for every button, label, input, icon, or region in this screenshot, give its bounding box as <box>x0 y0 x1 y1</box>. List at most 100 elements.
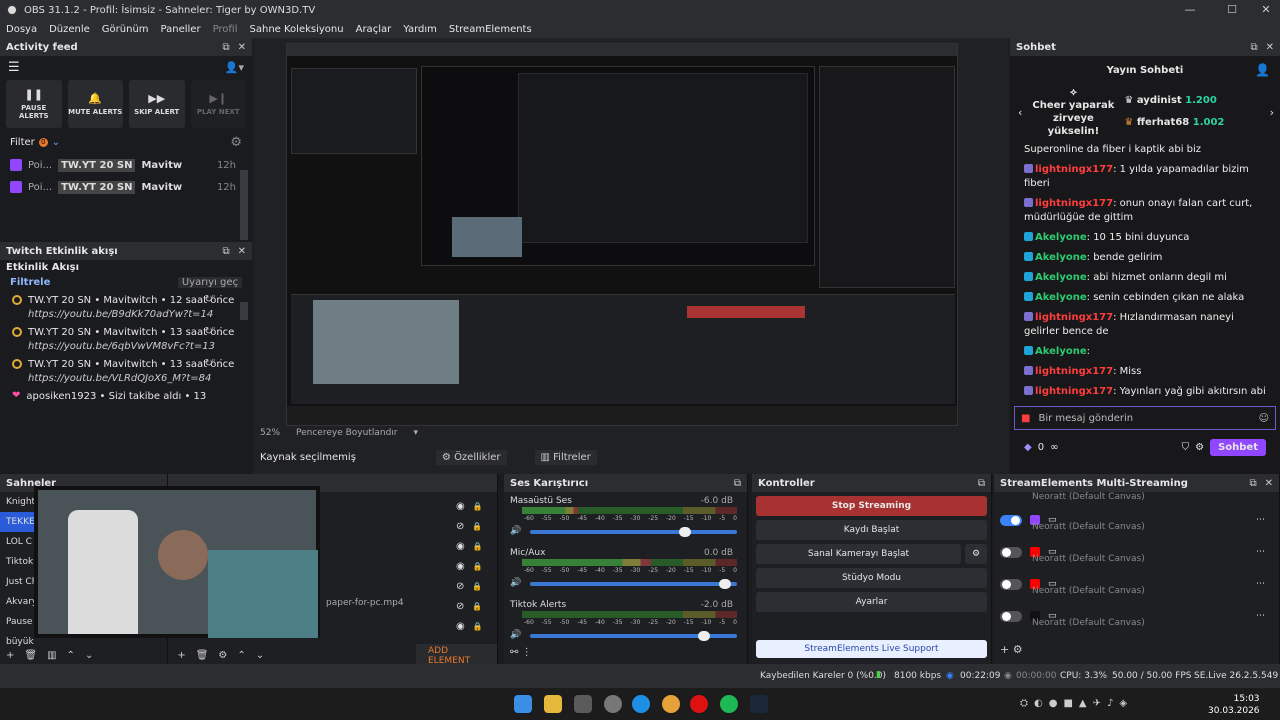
minimize-icon[interactable]: — <box>1172 0 1208 20</box>
menu-dosya[interactable]: Dosya <box>6 24 37 35</box>
arrow-down-icon[interactable]: ⌄ <box>256 650 264 661</box>
destination-toggle[interactable] <box>1000 578 1022 590</box>
chat-username[interactable]: Akelyone <box>1035 232 1087 243</box>
speaker-icon[interactable]: 🔊 <box>510 578 521 588</box>
program-preview[interactable] <box>286 43 958 426</box>
menu-streamelements[interactable]: StreamElements <box>449 24 532 35</box>
add-source-icon[interactable]: + <box>177 650 185 661</box>
chat-username[interactable]: lightningx177 <box>1035 366 1113 377</box>
close-icon[interactable]: ✕ <box>238 42 246 53</box>
start-virtual-camera-button[interactable]: Sanal Kamerayı Başlat <box>756 544 961 564</box>
start-recording-button[interactable]: Kaydı Başlat <box>756 520 987 540</box>
close-icon[interactable]: ✕ <box>1248 0 1280 20</box>
replay-icon[interactable]: ↻ ⋮ <box>204 326 226 337</box>
destination-toggle[interactable] <box>1000 610 1022 622</box>
edge-icon[interactable] <box>632 695 650 713</box>
menu-paneller[interactable]: Paneller <box>161 24 201 35</box>
menu-araclar[interactable]: Araçlar <box>356 24 392 35</box>
close-icon[interactable]: ✕ <box>1265 478 1273 489</box>
live-support-button[interactable]: StreamElements Live Support <box>756 640 987 658</box>
chrome-icon[interactable] <box>662 695 680 713</box>
lock-icon[interactable]: 🔒 <box>473 622 483 631</box>
chevron-down-icon[interactable]: ⌄ <box>52 137 60 148</box>
lock-icon[interactable]: 🔒 <box>473 502 483 511</box>
speaker-icon[interactable]: 🔊 <box>510 526 521 536</box>
activity-row[interactable]: Poi... TW.YT 20 SN Mavitw 12h <box>0 176 252 198</box>
zoom-level[interactable]: 52% <box>260 428 280 438</box>
windows-start-icon[interactable] <box>514 695 532 713</box>
chevron-right-icon[interactable]: › <box>1270 106 1274 119</box>
chat-username[interactable]: lightningx177 <box>1035 198 1113 209</box>
float-icon[interactable]: ⧉ <box>222 42 229 53</box>
menu-duzenle[interactable]: Düzenle <box>49 24 90 35</box>
shield-icon[interactable]: ⛉ <box>1182 442 1190 453</box>
chat-username[interactable]: lightningx177 <box>1035 164 1113 175</box>
fit-window-select[interactable]: Pencereye Boyutlandır <box>296 428 397 438</box>
add-icon[interactable]: + <box>1000 643 1009 656</box>
filter-icon[interactable]: ▥ <box>47 650 56 661</box>
float-icon[interactable]: ⧉ <box>1250 42 1257 53</box>
hamburger-menu-icon[interactable]: ☰ <box>8 60 20 75</box>
lock-icon[interactable]: 🔒 <box>472 582 482 591</box>
volume-slider[interactable] <box>530 527 737 537</box>
slider-knob[interactable] <box>718 579 731 589</box>
more-icon[interactable]: ⋮ <box>522 647 532 658</box>
send-chat-button[interactable]: Sohbet <box>1210 438 1266 456</box>
gear-icon[interactable]: ⚙ <box>218 650 227 661</box>
float-icon[interactable]: ⧉ <box>734 478 741 489</box>
replay-icon[interactable]: ↻ ⋮ <box>204 358 226 369</box>
users-icon[interactable]: 👤 <box>1255 63 1270 77</box>
filters-button[interactable]: ▥ Filtreler <box>534 449 597 465</box>
clock[interactable]: 15:03 30.03.2026 <box>1208 693 1260 717</box>
float-icon[interactable]: ⧉ <box>1249 478 1256 489</box>
filter-link[interactable]: Filtrele <box>10 277 50 288</box>
add-icon[interactable]: + <box>6 650 14 661</box>
chat-username[interactable]: Akelyone <box>1035 252 1087 263</box>
close-icon[interactable]: ✕ <box>238 246 246 257</box>
visibility-eye-icon[interactable]: ◉ <box>456 561 465 572</box>
maximize-icon[interactable]: ☐ <box>1214 0 1250 20</box>
emote-icon[interactable]: ☺ <box>1259 413 1269 424</box>
chat-username[interactable]: Akelyone <box>1035 272 1087 283</box>
destination-toggle[interactable] <box>1000 514 1022 526</box>
volume-slider[interactable] <box>530 631 737 641</box>
chevron-left-icon[interactable]: ‹ <box>1018 106 1022 119</box>
close-icon[interactable]: ✕ <box>1266 42 1274 53</box>
more-icon[interactable]: ⋯ <box>1256 547 1265 557</box>
chat-username[interactable]: Akelyone <box>1035 346 1087 357</box>
activity-row[interactable]: Poi... TW.YT 20 SN Mavitw 12h <box>0 154 252 176</box>
chat-input[interactable]: ■ Bir mesaj gönderin ☺ <box>1014 406 1276 430</box>
trash-icon[interactable]: 🗑 <box>196 650 209 661</box>
opera-icon[interactable] <box>690 695 708 713</box>
visibility-eye-icon[interactable]: ⊘ <box>456 521 464 532</box>
float-icon[interactable]: ⧉ <box>222 246 229 257</box>
visibility-eye-icon[interactable]: ◉ <box>456 501 465 512</box>
chat-username[interactable]: lightningx177 <box>1035 312 1113 323</box>
user-menu-icon[interactable]: 👤▾ <box>225 61 244 74</box>
arrow-up-icon[interactable]: ⌃ <box>67 650 75 661</box>
gear-icon[interactable]: ⚙ <box>1195 442 1204 453</box>
speaker-icon[interactable]: 🔊 <box>510 630 521 640</box>
slider-knob[interactable] <box>679 527 692 537</box>
more-icon[interactable]: ⋯ <box>1256 515 1265 525</box>
destination-toggle[interactable] <box>1000 546 1022 558</box>
settings-button[interactable]: Ayarlar <box>756 592 987 612</box>
arrow-down-icon[interactable]: ⌄ <box>85 650 93 661</box>
gear-icon[interactable]: ⚙ <box>230 135 242 150</box>
link-icon[interactable]: ⚯ <box>510 647 518 658</box>
spotify-icon[interactable] <box>720 695 738 713</box>
steam-icon[interactable] <box>750 695 768 713</box>
visibility-eye-icon[interactable]: ◉ <box>456 541 465 552</box>
chat-username[interactable]: lightningx177 <box>1035 386 1113 397</box>
chat-username[interactable]: Akelyone <box>1035 292 1087 303</box>
menu-gorunum[interactable]: Görünüm <box>102 24 149 35</box>
play-next-button[interactable]: ▶❙ PLAY NEXT <box>190 80 246 128</box>
scrollbar[interactable] <box>240 302 248 320</box>
menu-sahne-koleksiyonu[interactable]: Sahne Koleksiyonu <box>250 24 344 35</box>
skip-alert-link[interactable]: Uyarıyı geç <box>177 277 242 288</box>
lock-icon[interactable]: 🔒 <box>472 602 482 611</box>
gear-icon[interactable]: ⚙ <box>965 544 987 564</box>
stop-streaming-button[interactable]: Stop Streaming <box>756 496 987 516</box>
obs-taskbar-icon[interactable] <box>574 695 592 713</box>
properties-button[interactable]: ⚙ Özellikler <box>435 449 507 465</box>
